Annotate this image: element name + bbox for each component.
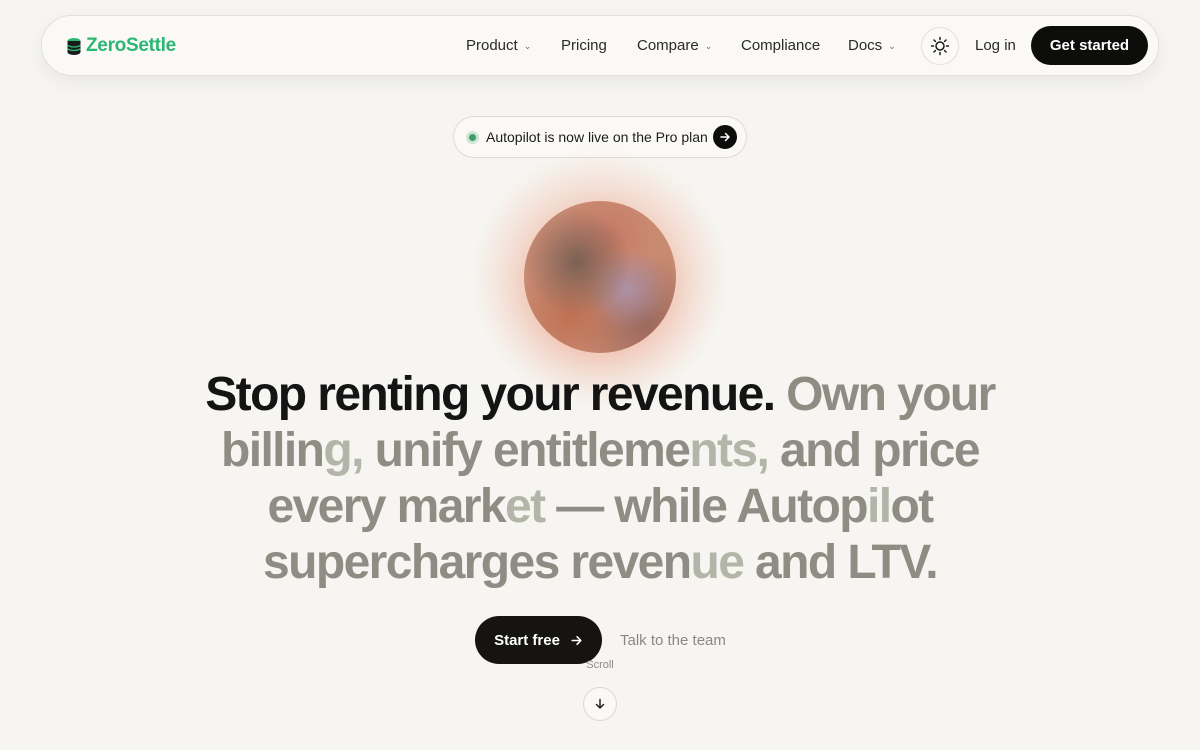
start-free-label: Start free <box>494 631 560 649</box>
start-free-button[interactable]: Start free <box>475 616 602 664</box>
nav-product[interactable]: Product ⌄ <box>466 37 531 54</box>
sun-icon <box>930 36 950 56</box>
nav-pricing-label: Pricing <box>561 37 607 54</box>
headline-segment: ue <box>690 536 744 589</box>
nav-product-label: Product <box>466 37 518 54</box>
nav-compare-label: Compare <box>637 37 699 54</box>
headline-segment: et <box>505 480 546 533</box>
nav-docs[interactable]: Docs ⌄ <box>848 37 896 54</box>
headline-segment: — while Autop <box>544 480 868 533</box>
arrow-down-icon <box>595 698 605 709</box>
get-started-button[interactable]: Get started <box>1031 26 1148 65</box>
headline-segment: unify entitleme <box>362 424 691 477</box>
brand-logo[interactable]: ZeroSettle <box>67 34 176 58</box>
stack-logo-icon <box>67 37 81 55</box>
chevron-down-icon: ⌄ <box>888 41 896 51</box>
arrow-right-icon <box>713 125 737 149</box>
login-link[interactable]: Log in <box>975 37 1016 54</box>
nav-compare[interactable]: Compare ⌄ <box>637 37 712 54</box>
nav-pricing[interactable]: Pricing <box>561 37 607 54</box>
headline-segment: g, <box>323 424 364 477</box>
talk-to-team-link[interactable]: Talk to the team <box>620 632 726 649</box>
announcement-text: Autopilot is now live on the Pro plan <box>486 129 708 145</box>
nav-docs-label: Docs <box>848 37 883 54</box>
nav-compliance-label: Compliance <box>741 37 821 54</box>
headline-segment: and LTV. <box>743 536 939 589</box>
status-dot-icon <box>466 131 479 144</box>
arrow-right-icon <box>571 635 582 645</box>
brand-name: ZeroSettle <box>86 35 176 56</box>
scroll-label: Scroll <box>586 659 614 671</box>
headline-segment: il <box>866 480 892 533</box>
headline-segment: Own your <box>774 368 996 421</box>
headline-strong: Stop renting your revenue. <box>205 368 776 421</box>
hero-headline: Stop renting your revenue. Own your bill… <box>200 367 1000 591</box>
headline-segment: nts, <box>689 424 770 477</box>
headline-segment: billin <box>220 424 325 477</box>
chevron-down-icon: ⌄ <box>704 41 713 51</box>
top-navbar: ZeroSettle Product ⌄ Pricing Compare ⌄ C… <box>41 15 1159 76</box>
scroll-down-button[interactable] <box>583 687 617 721</box>
chevron-down-icon: ⌄ <box>523 41 532 51</box>
nav-compliance[interactable]: Compliance <box>741 37 820 54</box>
hero-orb-image <box>524 201 676 353</box>
theme-toggle-button[interactable] <box>921 27 959 65</box>
